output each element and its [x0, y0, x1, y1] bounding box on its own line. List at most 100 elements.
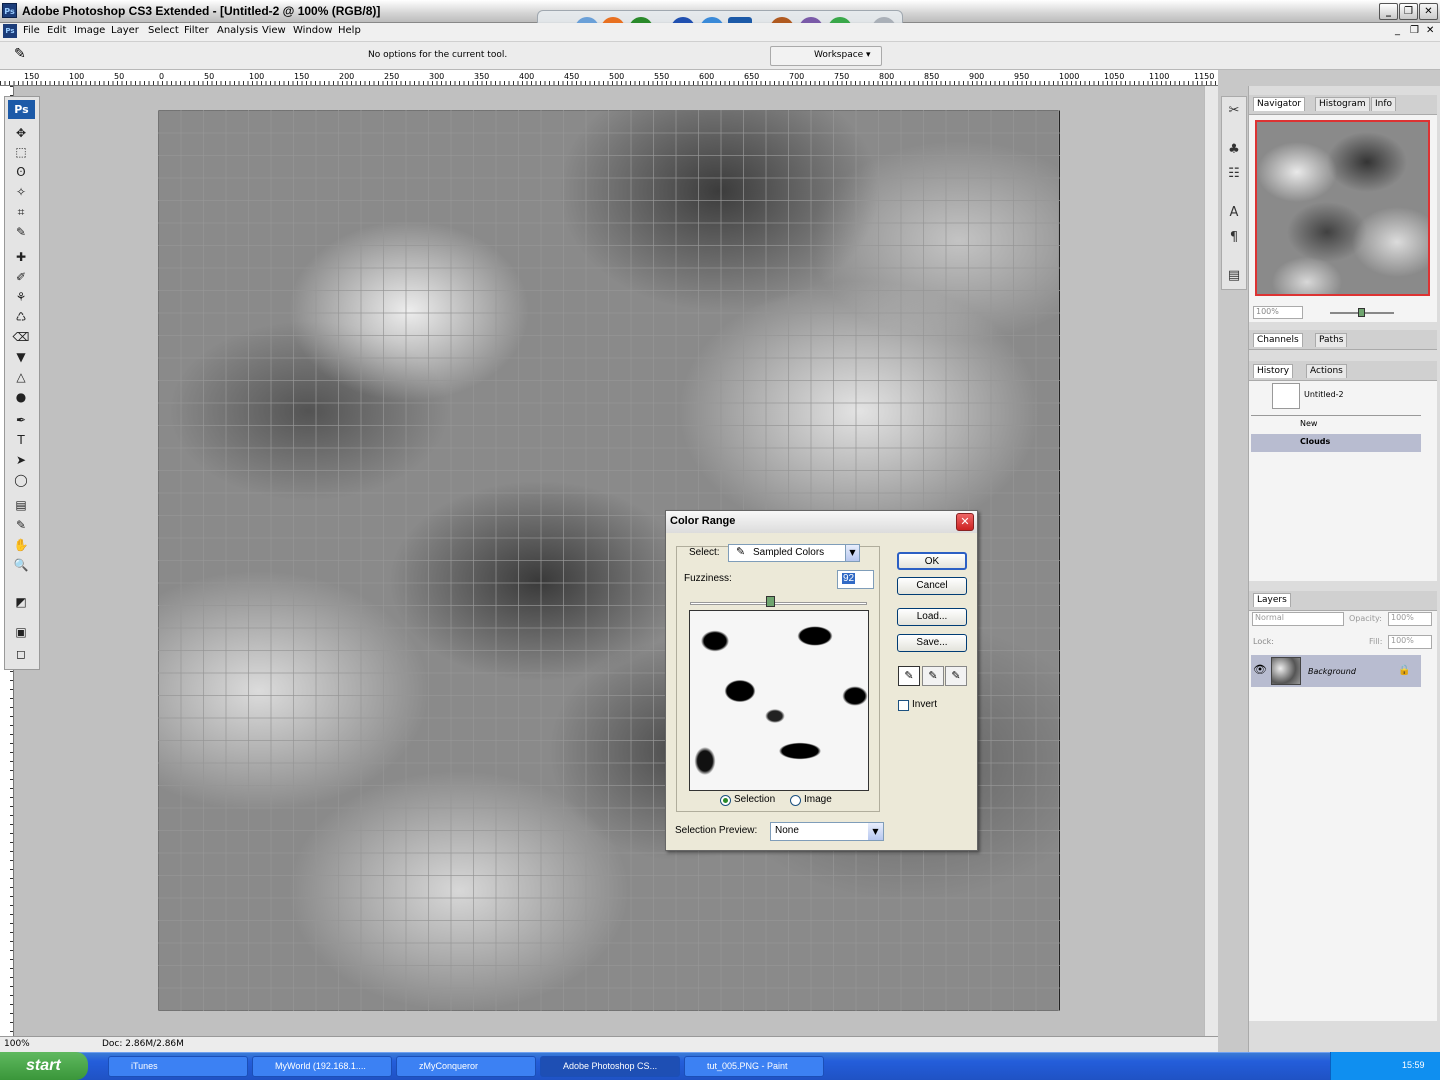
menu-filter[interactable]: Filter	[184, 25, 209, 36]
selection-radio[interactable]	[720, 795, 731, 806]
ruler-tick-label: 550	[654, 72, 670, 81]
tab-navigator[interactable]: Navigator	[1253, 97, 1306, 111]
dialog-close-icon[interactable]: ✕	[956, 513, 974, 531]
stamp-tool-icon[interactable]: ⚘	[11, 288, 31, 306]
menu-select[interactable]: Select	[148, 25, 179, 36]
ruler-tick-label: 0	[159, 72, 165, 81]
doc-restore-button[interactable]: ❐	[1410, 25, 1419, 36]
eyedropper-tool-icon[interactable]: ✎	[14, 46, 26, 62]
menu-layer[interactable]: Layer	[111, 25, 139, 36]
move-tool-icon[interactable]: ✥	[11, 124, 31, 142]
navigator-thumbnail[interactable]	[1255, 120, 1430, 296]
opacity-field[interactable]: 100%	[1388, 612, 1432, 626]
options-message: No options for the current tool.	[368, 50, 508, 60]
menu-view[interactable]: View	[262, 25, 286, 36]
snapshot-name[interactable]: Untitled-2	[1304, 390, 1344, 399]
fuzziness-slider[interactable]	[690, 602, 867, 605]
notes-tool-icon[interactable]: ▤	[11, 496, 31, 514]
tab-history[interactable]: History	[1253, 364, 1294, 378]
cancel-button[interactable]: Cancel	[897, 577, 967, 595]
tab-actions[interactable]: Actions	[1306, 364, 1347, 378]
photoshop-app-icon[interactable]: Ps	[2, 3, 17, 18]
tab-paths[interactable]: Paths	[1315, 333, 1348, 347]
close-button[interactable]: ✕	[1419, 3, 1438, 20]
toolbox-logo[interactable]: Ps	[8, 100, 35, 119]
tab-channels[interactable]: Channels	[1253, 333, 1303, 347]
pen-tool-icon[interactable]: ✒	[11, 411, 31, 429]
subtract-eyedropper-icon[interactable]: ✎	[945, 666, 967, 686]
tab-info[interactable]: Info	[1371, 97, 1397, 111]
tab-histogram[interactable]: Histogram	[1315, 97, 1370, 111]
menu-file[interactable]: File	[23, 25, 40, 36]
vertical-scrollbar[interactable]	[1204, 86, 1218, 1036]
history-state-new[interactable]	[1251, 417, 1421, 433]
document-icon[interactable]: Ps	[3, 24, 17, 38]
selection-preview-image[interactable]	[689, 610, 869, 791]
fill-field[interactable]: 100%	[1388, 635, 1432, 649]
paragraph-icon[interactable]: ¶	[1224, 228, 1244, 248]
screen-mode-icon[interactable]: ◻	[11, 645, 31, 663]
selection-preview-label: Selection Preview:	[675, 825, 758, 836]
gradient-tool-icon[interactable]: ▼	[11, 348, 31, 366]
task-paint[interactable]: tut_005.PNG - Paint	[684, 1056, 824, 1077]
navigator-slider-thumb[interactable]	[1358, 308, 1365, 317]
save-button[interactable]: Save...	[897, 634, 967, 652]
quick-mask-icon[interactable]: ▣	[11, 623, 31, 641]
healing-brush-icon[interactable]: ✚	[11, 248, 31, 266]
brush-tool-icon[interactable]: ✐	[11, 268, 31, 286]
menu-help[interactable]: Help	[338, 25, 361, 36]
task-myworld[interactable]: MyWorld (192.168.1....	[252, 1056, 392, 1077]
lasso-tool-icon[interactable]: ʘ	[11, 163, 31, 181]
dodge-tool-icon[interactable]: ●	[11, 388, 31, 406]
slice-tool-icon[interactable]: ✎	[11, 223, 31, 241]
clone-source-icon[interactable]: ☷	[1224, 164, 1244, 184]
shape-tool-icon[interactable]: ◯	[11, 471, 31, 489]
menu-window[interactable]: Window	[293, 25, 332, 36]
task-photoshop[interactable]: Adobe Photoshop CS...	[540, 1056, 680, 1077]
image-radio[interactable]	[790, 795, 801, 806]
magic-wand-tool-icon[interactable]: ✧	[11, 183, 31, 201]
invert-checkbox[interactable]	[898, 700, 909, 711]
layer-name[interactable]: Background	[1308, 667, 1356, 676]
maximize-button[interactable]: ❐	[1399, 3, 1418, 20]
add-eyedropper-icon[interactable]: ✎	[922, 666, 944, 686]
chevron-down-icon[interactable]: ▼	[845, 545, 859, 561]
task-itunes[interactable]: iTunes	[108, 1056, 248, 1077]
blur-tool-icon[interactable]: △	[11, 368, 31, 386]
layer-comps-icon[interactable]: ▤	[1224, 266, 1244, 286]
eye-icon[interactable]: 👁	[1253, 663, 1267, 676]
chevron-down-icon[interactable]: ▼	[868, 823, 883, 840]
path-select-icon[interactable]: ➤	[11, 451, 31, 469]
zoom-tool-icon[interactable]: 🔍	[11, 556, 31, 574]
history-state-clouds[interactable]	[1251, 434, 1421, 452]
menu-analysis[interactable]: Analysis	[217, 25, 258, 36]
eyedropper-icon[interactable]: ✎	[898, 666, 920, 686]
fuzziness-slider-thumb[interactable]	[766, 596, 776, 607]
minimize-button[interactable]: _	[1379, 3, 1398, 20]
marquee-tool-icon[interactable]: ⬚	[11, 143, 31, 161]
type-tool-icon[interactable]: T	[11, 431, 31, 449]
hand-tool-icon[interactable]: ✋	[11, 536, 31, 554]
eraser-tool-icon[interactable]: ⌫	[11, 328, 31, 346]
history-brush-icon[interactable]: ♺	[11, 308, 31, 326]
zoom-readout[interactable]: 100%	[4, 1039, 30, 1049]
ok-button[interactable]: OK	[897, 552, 967, 570]
start-button[interactable]: start	[0, 1052, 88, 1080]
menu-edit[interactable]: Edit	[47, 25, 66, 36]
ruler-tick-label: 650	[744, 72, 760, 81]
blend-mode-select[interactable]: Normal	[1252, 612, 1344, 626]
load-button[interactable]: Load...	[897, 608, 967, 626]
menu-image[interactable]: Image	[74, 25, 105, 36]
color-swatch-icon[interactable]: ◩	[11, 593, 31, 611]
tool-presets-icon[interactable]: ✂	[1224, 101, 1244, 121]
snapshot-thumbnail[interactable]	[1272, 383, 1300, 409]
doc-close-button[interactable]: ✕	[1426, 25, 1434, 36]
eyedropper-tool-icon[interactable]: ✎	[11, 516, 31, 534]
navigator-zoom-field[interactable]: 100%	[1253, 306, 1303, 319]
tab-layers[interactable]: Layers	[1253, 593, 1291, 607]
brushes-icon[interactable]: ♣	[1224, 140, 1244, 160]
doc-minimize-button[interactable]: _	[1395, 25, 1400, 36]
crop-tool-icon[interactable]: ⌗	[11, 203, 31, 221]
task-myconqueror[interactable]: zMyConqueror	[396, 1056, 536, 1077]
character-icon[interactable]: A	[1224, 203, 1244, 223]
